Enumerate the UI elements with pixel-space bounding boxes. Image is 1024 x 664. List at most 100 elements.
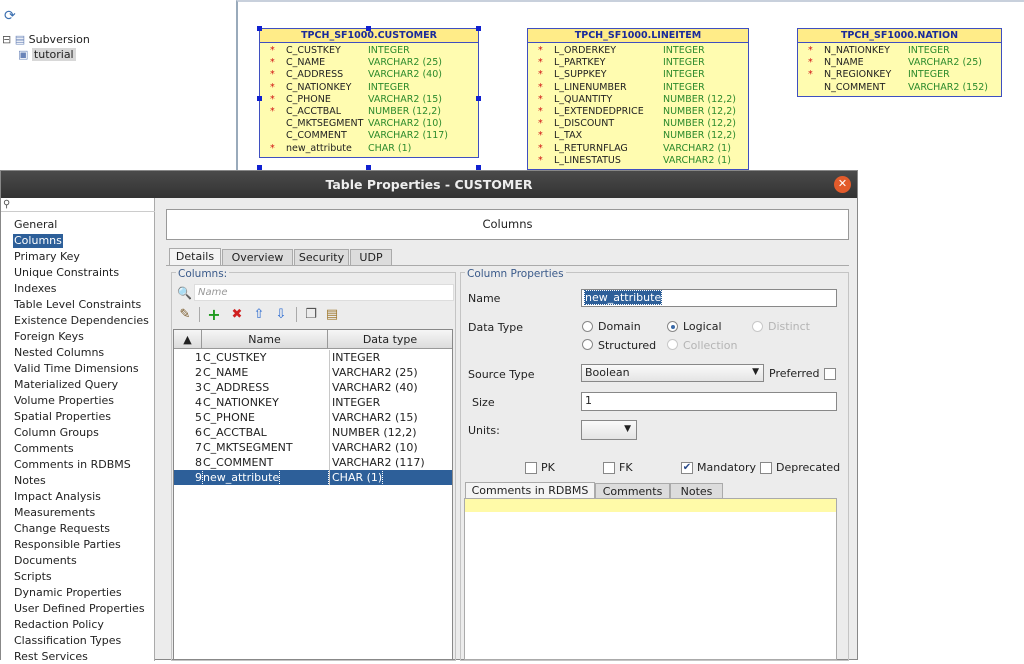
refresh-icon[interactable]: ⟳ <box>4 8 20 24</box>
selection-handle[interactable] <box>476 26 481 31</box>
entity-attribute[interactable]: * N_NAME VARCHAR2 (25) <box>798 57 1001 69</box>
tab-udp[interactable]: UDP <box>350 249 392 266</box>
entity-attribute[interactable]: * C_PHONE VARCHAR2 (15) <box>260 94 478 106</box>
nav-item[interactable]: Primary Key <box>13 250 81 264</box>
nav-item[interactable]: Indexes <box>13 282 57 296</box>
entity-attribute[interactable]: * L_QUANTITY NUMBER (12,2) <box>528 94 748 106</box>
nav-item[interactable]: Volume Properties <box>13 394 115 408</box>
size-field[interactable]: 1 <box>581 392 837 411</box>
nav-item[interactable]: General <box>13 218 58 232</box>
move-down-icon[interactable]: ⇩ <box>273 307 289 323</box>
entity-customer[interactable]: TPCH_SF1000.CUSTOMER * C_CUSTKEY INTEGER * C_… <box>259 28 479 158</box>
entity-attribute[interactable]: * new_attribute CHAR (1) <box>260 143 478 155</box>
collapse-icon[interactable]: ⊟ <box>2 33 11 46</box>
entity-attribute[interactable]: * L_SUPPKEY INTEGER <box>528 69 748 81</box>
nav-item[interactable]: Comments <box>13 442 75 456</box>
column-header-name[interactable]: Name <box>202 330 328 349</box>
structured-radio[interactable] <box>582 339 593 350</box>
nav-item[interactable]: Redaction Policy <box>13 618 105 632</box>
search-icon[interactable]: ⚲ <box>1 200 155 212</box>
tab-overview[interactable]: Overview <box>222 249 293 266</box>
logical-radio[interactable] <box>667 321 678 332</box>
entity-attribute[interactable]: * C_NAME VARCHAR2 (25) <box>260 57 478 69</box>
tab-security[interactable]: Security <box>294 249 349 266</box>
nav-item[interactable]: Unique Constraints <box>13 266 120 280</box>
nav-item[interactable]: Responsible Parties <box>13 538 122 552</box>
selection-handle[interactable] <box>366 26 371 31</box>
entity-attribute[interactable]: * L_ORDERKEY INTEGER <box>528 45 748 57</box>
collection-radio[interactable] <box>667 339 678 350</box>
units-select[interactable]: ▼ <box>581 420 637 440</box>
filter-icon[interactable]: ✎ <box>177 307 193 323</box>
entity-attribute[interactable]: * L_LINENUMBER INTEGER <box>528 82 748 94</box>
entity-attribute[interactable]: * L_RETURNFLAG VARCHAR2 (1) <box>528 143 748 155</box>
close-icon[interactable]: ✕ <box>834 176 851 193</box>
nav-item[interactable]: Table Level Constraints <box>13 298 142 312</box>
nav-item[interactable]: Dynamic Properties <box>13 586 123 600</box>
table-row[interactable]: 1 C_CUSTKEY INTEGER <box>174 350 452 365</box>
entity-lineitem[interactable]: TPCH_SF1000.LINEITEM * L_ORDERKEY INTEGER * L… <box>527 28 749 170</box>
name-field[interactable]: new_attribute <box>581 289 837 307</box>
entity-attribute[interactable]: * C_ACCTBAL NUMBER (12,2) <box>260 106 478 118</box>
nav-item[interactable]: Columns <box>13 234 63 248</box>
nav-item[interactable]: Notes <box>13 474 47 488</box>
entity-attribute[interactable]: * L_DISCOUNT NUMBER (12,2) <box>528 118 748 130</box>
entity-attribute[interactable]: * L_TAX NUMBER (12,2) <box>528 130 748 142</box>
nav-item[interactable]: Valid Time Dimensions <box>13 362 140 376</box>
selection-handle[interactable] <box>257 96 262 101</box>
nav-item[interactable]: Nested Columns <box>13 346 105 360</box>
nav-item[interactable]: Scripts <box>13 570 53 584</box>
table-row[interactable]: 2 C_NAME VARCHAR2 (25) <box>174 365 452 380</box>
tree-item-tutorial[interactable]: ▣ tutorial <box>18 48 76 61</box>
table-row[interactable]: 6 C_ACCTBAL NUMBER (12,2) <box>174 425 452 440</box>
nav-item[interactable]: Classification Types <box>13 634 122 648</box>
entity-attribute[interactable]: C_COMMENT VARCHAR2 (117) <box>260 130 478 142</box>
nav-item[interactable]: Change Requests <box>13 522 111 536</box>
entity-attribute[interactable]: * C_NATIONKEY INTEGER <box>260 82 478 94</box>
pk-checkbox[interactable] <box>525 462 537 474</box>
entity-attribute[interactable]: * N_NATIONKEY INTEGER <box>798 45 1001 57</box>
table-row[interactable]: 5 C_PHONE VARCHAR2 (15) <box>174 410 452 425</box>
nav-item[interactable]: Impact Analysis <box>13 490 102 504</box>
copy-icon[interactable]: ❐ <box>303 307 319 323</box>
move-up-icon[interactable]: ⇧ <box>251 307 267 323</box>
tab-details[interactable]: Details <box>169 248 221 266</box>
column-header-type[interactable]: Data type <box>328 330 452 349</box>
paste-icon[interactable]: ▤ <box>324 307 340 323</box>
table-row[interactable]: 7 C_MKTSEGMENT VARCHAR2 (10) <box>174 440 452 455</box>
entity-attribute[interactable]: * L_EXTENDEDPRICE NUMBER (12,2) <box>528 106 748 118</box>
tree-item-subversion[interactable]: ⊟ ▤ Subversion <box>2 33 90 46</box>
entity-attribute[interactable]: N_COMMENT VARCHAR2 (152) <box>798 82 1001 94</box>
entity-attribute[interactable]: C_MKTSEGMENT VARCHAR2 (10) <box>260 118 478 130</box>
add-icon[interactable]: + <box>206 307 222 323</box>
mandatory-checkbox[interactable]: ✔ <box>681 462 693 474</box>
nav-item[interactable]: User Defined Properties <box>13 602 146 616</box>
selection-handle[interactable] <box>476 96 481 101</box>
deprecated-checkbox[interactable] <box>760 462 772 474</box>
distinct-radio[interactable] <box>752 321 763 332</box>
entity-nation[interactable]: TPCH_SF1000.NATION * N_NATIONKEY INTEGER * N_… <box>797 28 1002 97</box>
entity-attribute[interactable]: * C_CUSTKEY INTEGER <box>260 45 478 57</box>
nav-item[interactable]: Column Groups <box>13 426 100 440</box>
table-row[interactable]: 8 C_COMMENT VARCHAR2 (117) <box>174 455 452 470</box>
table-row[interactable]: 3 C_ADDRESS VARCHAR2 (40) <box>174 380 452 395</box>
name-filter-input[interactable]: Name <box>194 284 454 301</box>
entity-attribute[interactable]: * N_REGIONKEY INTEGER <box>798 69 1001 81</box>
entity-attribute[interactable]: * L_LINESTATUS VARCHAR2 (1) <box>528 155 748 167</box>
domain-radio[interactable] <box>582 321 593 332</box>
nav-item[interactable]: Rest Services <box>13 650 89 664</box>
nav-item[interactable]: Documents <box>13 554 78 568</box>
fk-checkbox[interactable] <box>603 462 615 474</box>
nav-item[interactable]: Materialized Query <box>13 378 119 392</box>
nav-item[interactable]: Measurements <box>13 506 96 520</box>
delete-icon[interactable]: ✖ <box>229 307 245 323</box>
nav-item[interactable]: Comments in RDBMS <box>13 458 132 472</box>
preferred-checkbox[interactable] <box>824 368 836 380</box>
nav-item[interactable]: Existence Dependencies <box>13 314 150 328</box>
table-row[interactable]: 9 new_attribute CHAR (1) <box>174 469 452 486</box>
source-type-select[interactable]: Boolean ▼ <box>581 364 764 382</box>
table-row[interactable]: 4 C_NATIONKEY INTEGER <box>174 395 452 410</box>
sort-icon[interactable]: ▲ <box>174 330 202 349</box>
comment-editor[interactable] <box>464 498 837 660</box>
entity-attribute[interactable]: * C_ADDRESS VARCHAR2 (40) <box>260 69 478 81</box>
